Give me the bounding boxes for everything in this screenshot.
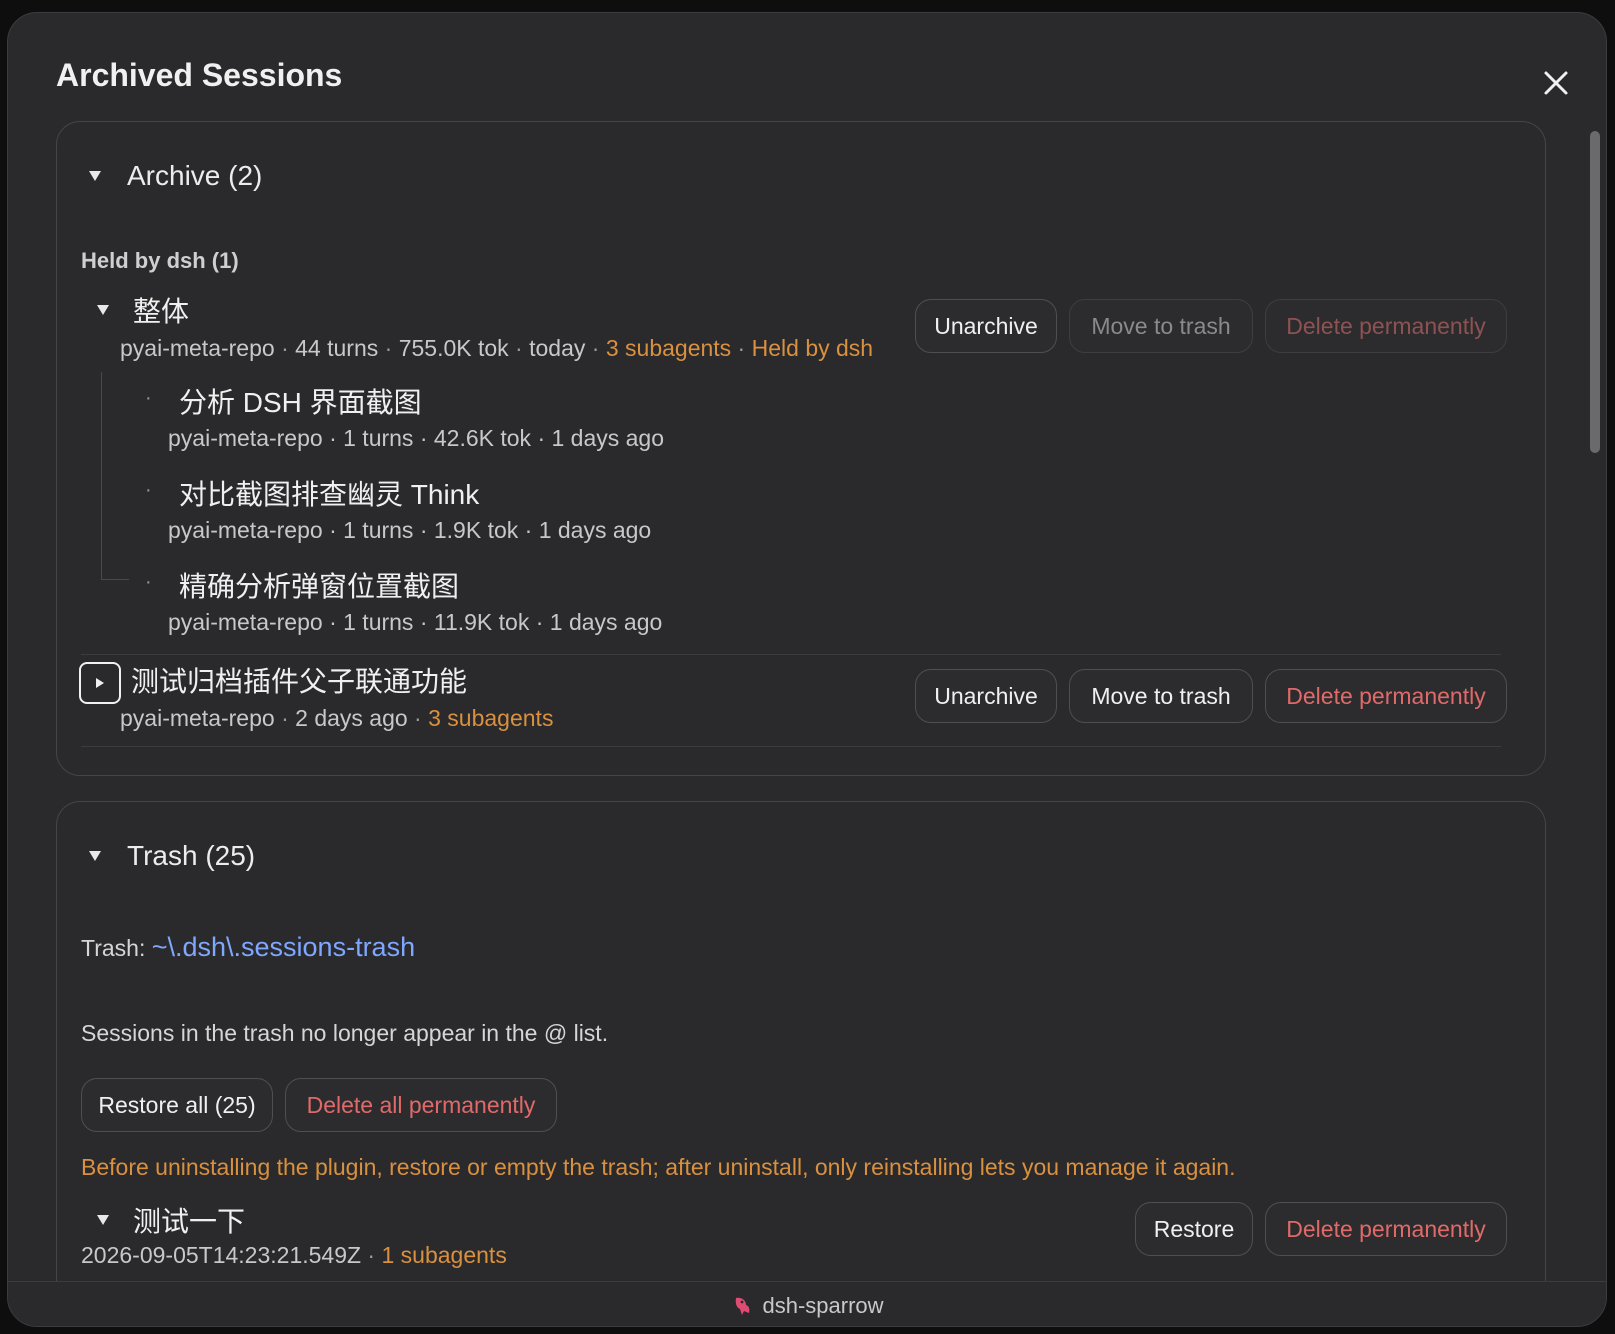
dialog-title: Archived Sessions [56,57,343,93]
chevron-down-icon [97,305,109,315]
session-title: 测试归档插件父子联通功能 [131,666,468,697]
subagent-title: 分析 DSH 界面截图 [179,387,422,418]
app-name: dsh-sparrow [762,1292,884,1318]
unarchive-button[interactable]: Unarchive [915,299,1057,353]
delete-permanently-button[interactable]: Delete permanently [1265,1202,1507,1256]
delete-permanently-button[interactable]: Delete permanently [1265,299,1507,353]
trash-warning: Before uninstalling the plugin, restore … [81,1154,1236,1180]
sessions-scroll-area[interactable]: Archive (2) Held by dsh (1) 整体 pyai-meta… [8,121,1606,1281]
archive-section-toggle[interactable]: Archive (2) [89,160,262,192]
trash-path-line: Trash: ~\.dsh\.sessions-trash [81,932,416,962]
chevron-down-icon [89,171,101,181]
sparrow-icon [736,1297,750,1315]
subagent-meta: pyai-meta-repo · 1 turns · 1.9K tok · 1 … [168,517,652,543]
scrollbar[interactable] [1588,125,1602,1275]
bullet-icon: · [145,571,152,593]
subagents-count: 3 subagents [428,705,554,731]
tree-line [101,579,129,580]
chevron-right-icon [96,678,104,688]
subagents-count: 1 subagents [381,1242,507,1268]
tree-line [101,372,102,580]
archive-section-title: Archive (2) [127,160,263,191]
delete-permanently-button[interactable]: Delete permanently [1265,669,1507,723]
trash-panel: Trash (25) Trash: ~\.dsh\.sessions-trash… [56,801,1546,1281]
row-divider [81,654,1501,655]
session-title: 测试一下 [133,1206,246,1237]
restore-button[interactable]: Restore [1135,1202,1253,1256]
subagent-title: 精确分析弹窗位置截图 [179,571,460,602]
archived-sessions-dialog: Archived Sessions Archive (2) Held by ds… [7,12,1607,1327]
held-badge: Held by dsh [751,335,874,361]
bullet-icon: · [145,387,152,409]
expand-toggle[interactable] [79,662,121,704]
session-meta: pyai-meta-repo · 44 turns · 755.0K tok ·… [120,335,874,361]
session-meta: pyai-meta-repo · 2 days ago · 3 subagent… [120,705,554,731]
row-divider [81,746,1501,747]
footer: dsh-sparrow [8,1281,1606,1326]
subagents-count: 3 subagents [605,335,732,361]
trash-description: Sessions in the trash no longer appear i… [81,1020,609,1046]
delete-all-permanently-button[interactable]: Delete all permanently [285,1078,557,1132]
unarchive-button[interactable]: Unarchive [915,669,1057,723]
bullet-icon: · [145,479,152,501]
restore-all-button[interactable]: Restore all (25) [81,1078,273,1132]
close-button[interactable] [1538,65,1574,101]
move-to-trash-button[interactable]: Move to trash [1069,669,1253,723]
trash-session-toggle[interactable]: 测试一下 [97,1200,245,1240]
subagent-meta: pyai-meta-repo · 1 turns · 42.6K tok · 1… [168,425,665,451]
trash-path-link[interactable]: ~\.dsh\.sessions-trash [152,932,415,962]
trash-section-title: Trash (25) [127,840,256,871]
chevron-down-icon [89,851,101,861]
close-icon [1544,71,1568,95]
move-to-trash-button[interactable]: Move to trash [1069,299,1253,353]
scrollbar-thumb[interactable] [1590,131,1600,453]
held-by-header: Held by dsh (1) [81,248,239,273]
subagent-title: 对比截图排查幽灵 Think [179,479,480,510]
session-meta: 2026-09-05T14:23:21.549Z · 1 subagents [81,1242,507,1268]
archive-panel: Archive (2) Held by dsh (1) 整体 pyai-meta… [56,121,1546,776]
session-title: 整体 [133,296,190,327]
session-row-toggle[interactable]: 整体 [97,290,189,330]
chevron-down-icon [97,1215,109,1225]
subagent-meta: pyai-meta-repo · 1 turns · 11.9K tok · 1… [168,609,663,635]
trash-section-toggle[interactable]: Trash (25) [89,840,255,872]
